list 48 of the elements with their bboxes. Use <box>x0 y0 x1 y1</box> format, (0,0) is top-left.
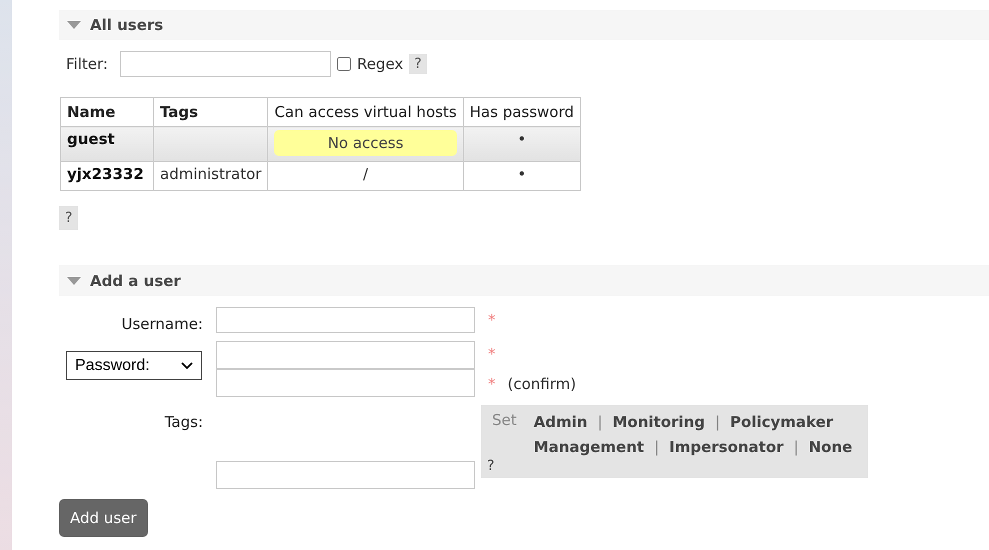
column-header: Name <box>60 98 154 126</box>
table-cell: • <box>463 126 580 162</box>
tag-link[interactable]: Management <box>534 438 644 456</box>
confirm-hint: (confirm) <box>508 374 576 393</box>
tag-link[interactable]: Admin <box>534 413 588 431</box>
add-user-button[interactable]: Add user <box>59 499 148 537</box>
help-button[interactable]: ? <box>59 206 78 230</box>
username-field[interactable] <box>216 307 475 333</box>
help-button[interactable]: ? <box>409 54 427 74</box>
chevron-down-icon <box>181 362 193 370</box>
section-header[interactable]: All users <box>59 10 989 40</box>
required-mark: * <box>487 374 496 393</box>
tag-link[interactable]: Policymaker <box>730 413 834 431</box>
section-title: All users <box>90 16 164 34</box>
regex-label: Regex <box>356 55 404 73</box>
tags-label: Tags: <box>164 413 203 431</box>
filter-label: Filter: <box>66 55 108 73</box>
table-cell: / <box>363 165 368 183</box>
table-cell: administrator <box>154 162 268 190</box>
password-field[interactable] <box>216 341 475 369</box>
warning-badge: No access <box>274 130 457 156</box>
section-title: Add a user <box>90 272 181 290</box>
required-mark: * <box>487 344 496 363</box>
filter-field[interactable] <box>120 51 331 77</box>
separator: | <box>597 413 602 431</box>
tag-link[interactable]: Monitoring <box>612 413 705 431</box>
username-label: Username: <box>121 315 203 333</box>
set-label: Set <box>491 411 517 431</box>
column-header: Tags <box>154 98 268 126</box>
column-header: Can access virtual hosts <box>268 98 464 126</box>
separator: | <box>794 438 799 456</box>
column-header: Has password <box>463 98 580 126</box>
help-link[interactable]: ? <box>487 456 517 474</box>
table-cell: • <box>463 162 580 190</box>
collapse-triangle-icon <box>67 21 81 29</box>
tags-field[interactable] <box>216 461 475 489</box>
tag-link[interactable]: Impersonator <box>669 438 784 456</box>
required-mark: * <box>487 310 496 329</box>
password-select[interactable]: Password: <box>66 351 202 380</box>
separator: | <box>654 438 660 456</box>
table-cell: yjx23332 <box>60 162 154 190</box>
collapse-triangle-icon <box>67 276 81 284</box>
table-cell: guest <box>60 126 154 162</box>
tag-link[interactable]: None <box>808 438 852 456</box>
separator: | <box>714 413 720 431</box>
confirm-password-field[interactable] <box>216 369 475 397</box>
section-header[interactable]: Add a user <box>59 265 989 296</box>
regex-checkbox[interactable] <box>336 57 351 71</box>
